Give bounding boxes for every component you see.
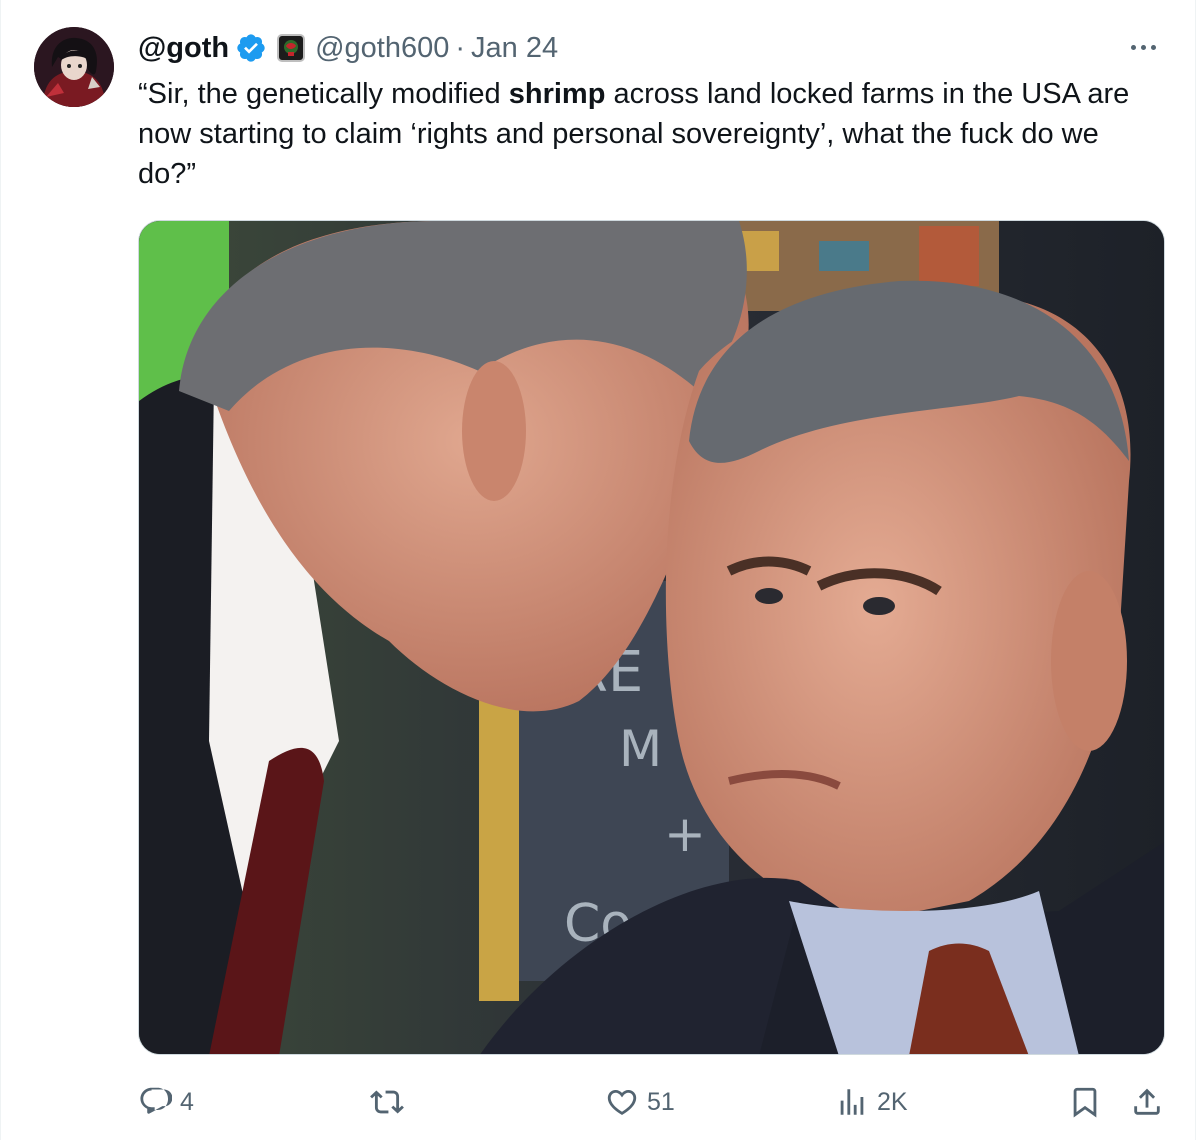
bookmark-button[interactable]	[1068, 1080, 1102, 1124]
verified-badge-icon[interactable]	[235, 32, 267, 64]
tweet-text: “Sir, the genetically modified shrimp ac…	[138, 74, 1158, 194]
reply-icon	[140, 1087, 172, 1114]
avatar[interactable]	[34, 27, 114, 107]
tweet-text-bold: shrimp	[508, 78, 606, 110]
views-icon	[840, 1089, 864, 1115]
share-button[interactable]	[1130, 1080, 1164, 1124]
display-name[interactable]: @goth	[138, 32, 229, 65]
reply-button[interactable]: 4	[138, 1080, 194, 1124]
affiliate-badge-icon[interactable]	[277, 34, 306, 62]
like-count: 51	[647, 1087, 675, 1116]
repost-icon	[370, 1090, 404, 1114]
tweet-text-start: “Sir, the genetically modified	[138, 78, 509, 110]
reply-count: 4	[180, 1087, 194, 1116]
like-icon	[607, 1089, 637, 1115]
timestamp[interactable]: Jan 24	[471, 32, 558, 65]
tweet-card[interactable]: @goth @goth600 · Jan 24 “Sir, the geneti…	[0, 0, 1196, 1140]
views-count: 2K	[877, 1087, 908, 1116]
share-icon	[1134, 1088, 1160, 1115]
tweet-media-photo[interactable]: RE M + Co	[138, 220, 1165, 1055]
separator: ·	[455, 31, 466, 64]
action-bar: 4 51 2K	[138, 1080, 1168, 1124]
bookmark-icon	[1073, 1087, 1097, 1118]
like-button[interactable]: 51	[605, 1080, 675, 1124]
chalkboard-line: +	[664, 805, 706, 863]
more-icon[interactable]	[1125, 32, 1161, 62]
views-button[interactable]: 2K	[835, 1080, 908, 1124]
chalkboard-line: M	[619, 720, 662, 778]
handle[interactable]: @goth600	[315, 32, 449, 65]
tweet-header: @goth @goth600 · Jan 24	[138, 28, 558, 68]
repost-button[interactable]	[370, 1080, 412, 1124]
